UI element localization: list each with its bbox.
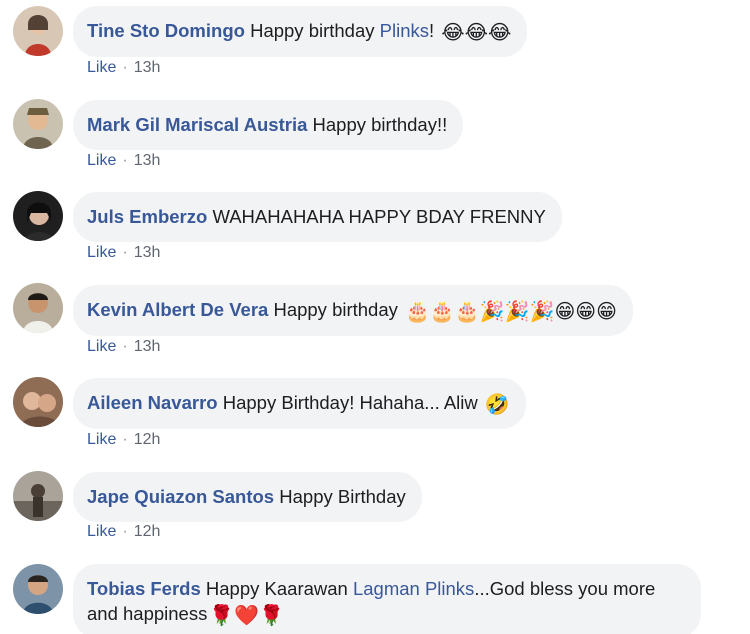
comment-author[interactable]: Kevin Albert De Vera (87, 299, 268, 320)
like-button[interactable]: Like (87, 523, 116, 540)
emoji-rose-heart-icon: 🌹❤️🌹 (209, 603, 285, 627)
like-button[interactable]: Like (87, 59, 116, 76)
comment-author[interactable]: Aileen Navarro (87, 392, 218, 413)
timestamp[interactable]: 13h (134, 244, 161, 261)
separator: · (122, 338, 128, 355)
timestamp[interactable]: 12h (134, 431, 161, 448)
comment-bubble: Aileen Navarro Happy Birthday! Hahaha...… (73, 378, 526, 429)
comment-meta: Like · 13h (87, 338, 160, 356)
comment-meta: Like · 13h (87, 244, 160, 262)
comment-text: Happy birthday!! (312, 114, 448, 135)
timestamp[interactable]: 13h (134, 59, 161, 76)
comment-bubble: Kevin Albert De Vera Happy birthday 🎂🎂🎂🎉… (73, 285, 633, 336)
like-button[interactable]: Like (87, 431, 116, 448)
like-button[interactable]: Like (87, 244, 116, 261)
comment-author[interactable]: Juls Emberzo (87, 206, 207, 227)
avatar[interactable] (13, 191, 63, 241)
avatar[interactable] (13, 6, 63, 56)
avatar[interactable] (13, 471, 63, 521)
comment-author[interactable]: Tobias Ferds (87, 578, 201, 599)
comment-bubble: Tobias Ferds Happy Kaarawan Lagman Plink… (73, 564, 701, 634)
comment-text: Happy Kaarawan (205, 578, 353, 599)
avatar[interactable] (13, 283, 63, 333)
avatar[interactable] (13, 564, 63, 614)
separator: · (122, 244, 128, 261)
timestamp[interactable]: 12h (134, 523, 161, 540)
emoji-cake-party-grin-icon: 🎂🎂🎂🎉🎉🎉😁😁😁 (405, 299, 617, 323)
comment-text: Happy birthday (250, 20, 380, 41)
comment-author[interactable]: Mark Gil Mariscal Austria (87, 114, 307, 135)
separator: · (122, 59, 128, 76)
separator: · (122, 152, 128, 169)
mention-link[interactable]: Plinks (380, 20, 429, 41)
timestamp[interactable]: 13h (134, 152, 161, 169)
timestamp[interactable]: 13h (134, 338, 161, 355)
comment-text: Happy Birthday (279, 486, 406, 507)
comment-text-suffix: ! (429, 20, 435, 41)
comment-list: Tine Sto Domingo Happy birthday Plinks! … (0, 0, 750, 634)
emoji-rofl-icon: 🤣 (484, 392, 510, 416)
avatar[interactable] (13, 99, 63, 149)
comment-text: WAHAHAHAHA HAPPY BDAY FRENNY (212, 206, 546, 227)
comment-meta: Like · 12h (87, 523, 160, 541)
mention-link[interactable]: Lagman Plinks (353, 578, 474, 599)
avatar[interactable] (13, 377, 63, 427)
comment-bubble: Tine Sto Domingo Happy birthday Plinks! … (73, 6, 528, 57)
comment-bubble: Juls Emberzo WAHAHAHAHA HAPPY BDAY FRENN… (73, 192, 562, 242)
comment-text: Happy birthday (273, 299, 404, 320)
separator: · (122, 431, 128, 448)
comment-text: Happy Birthday! Hahaha... Aliw (222, 392, 483, 413)
comment-meta: Like · 12h (87, 431, 160, 449)
comment-meta: Like · 13h (87, 59, 160, 77)
like-button[interactable]: Like (87, 152, 116, 169)
comment-author[interactable]: Tine Sto Domingo (87, 20, 245, 41)
comment-author[interactable]: Jape Quiazon Santos (87, 486, 274, 507)
emoji-laughing-icon: 😂😂😂 (441, 20, 512, 44)
comment-bubble: Jape Quiazon Santos Happy Birthday (73, 472, 422, 522)
separator: · (122, 523, 128, 540)
comment-bubble: Mark Gil Mariscal Austria Happy birthday… (73, 100, 464, 150)
like-button[interactable]: Like (87, 338, 116, 355)
comment-meta: Like · 13h (87, 152, 160, 170)
